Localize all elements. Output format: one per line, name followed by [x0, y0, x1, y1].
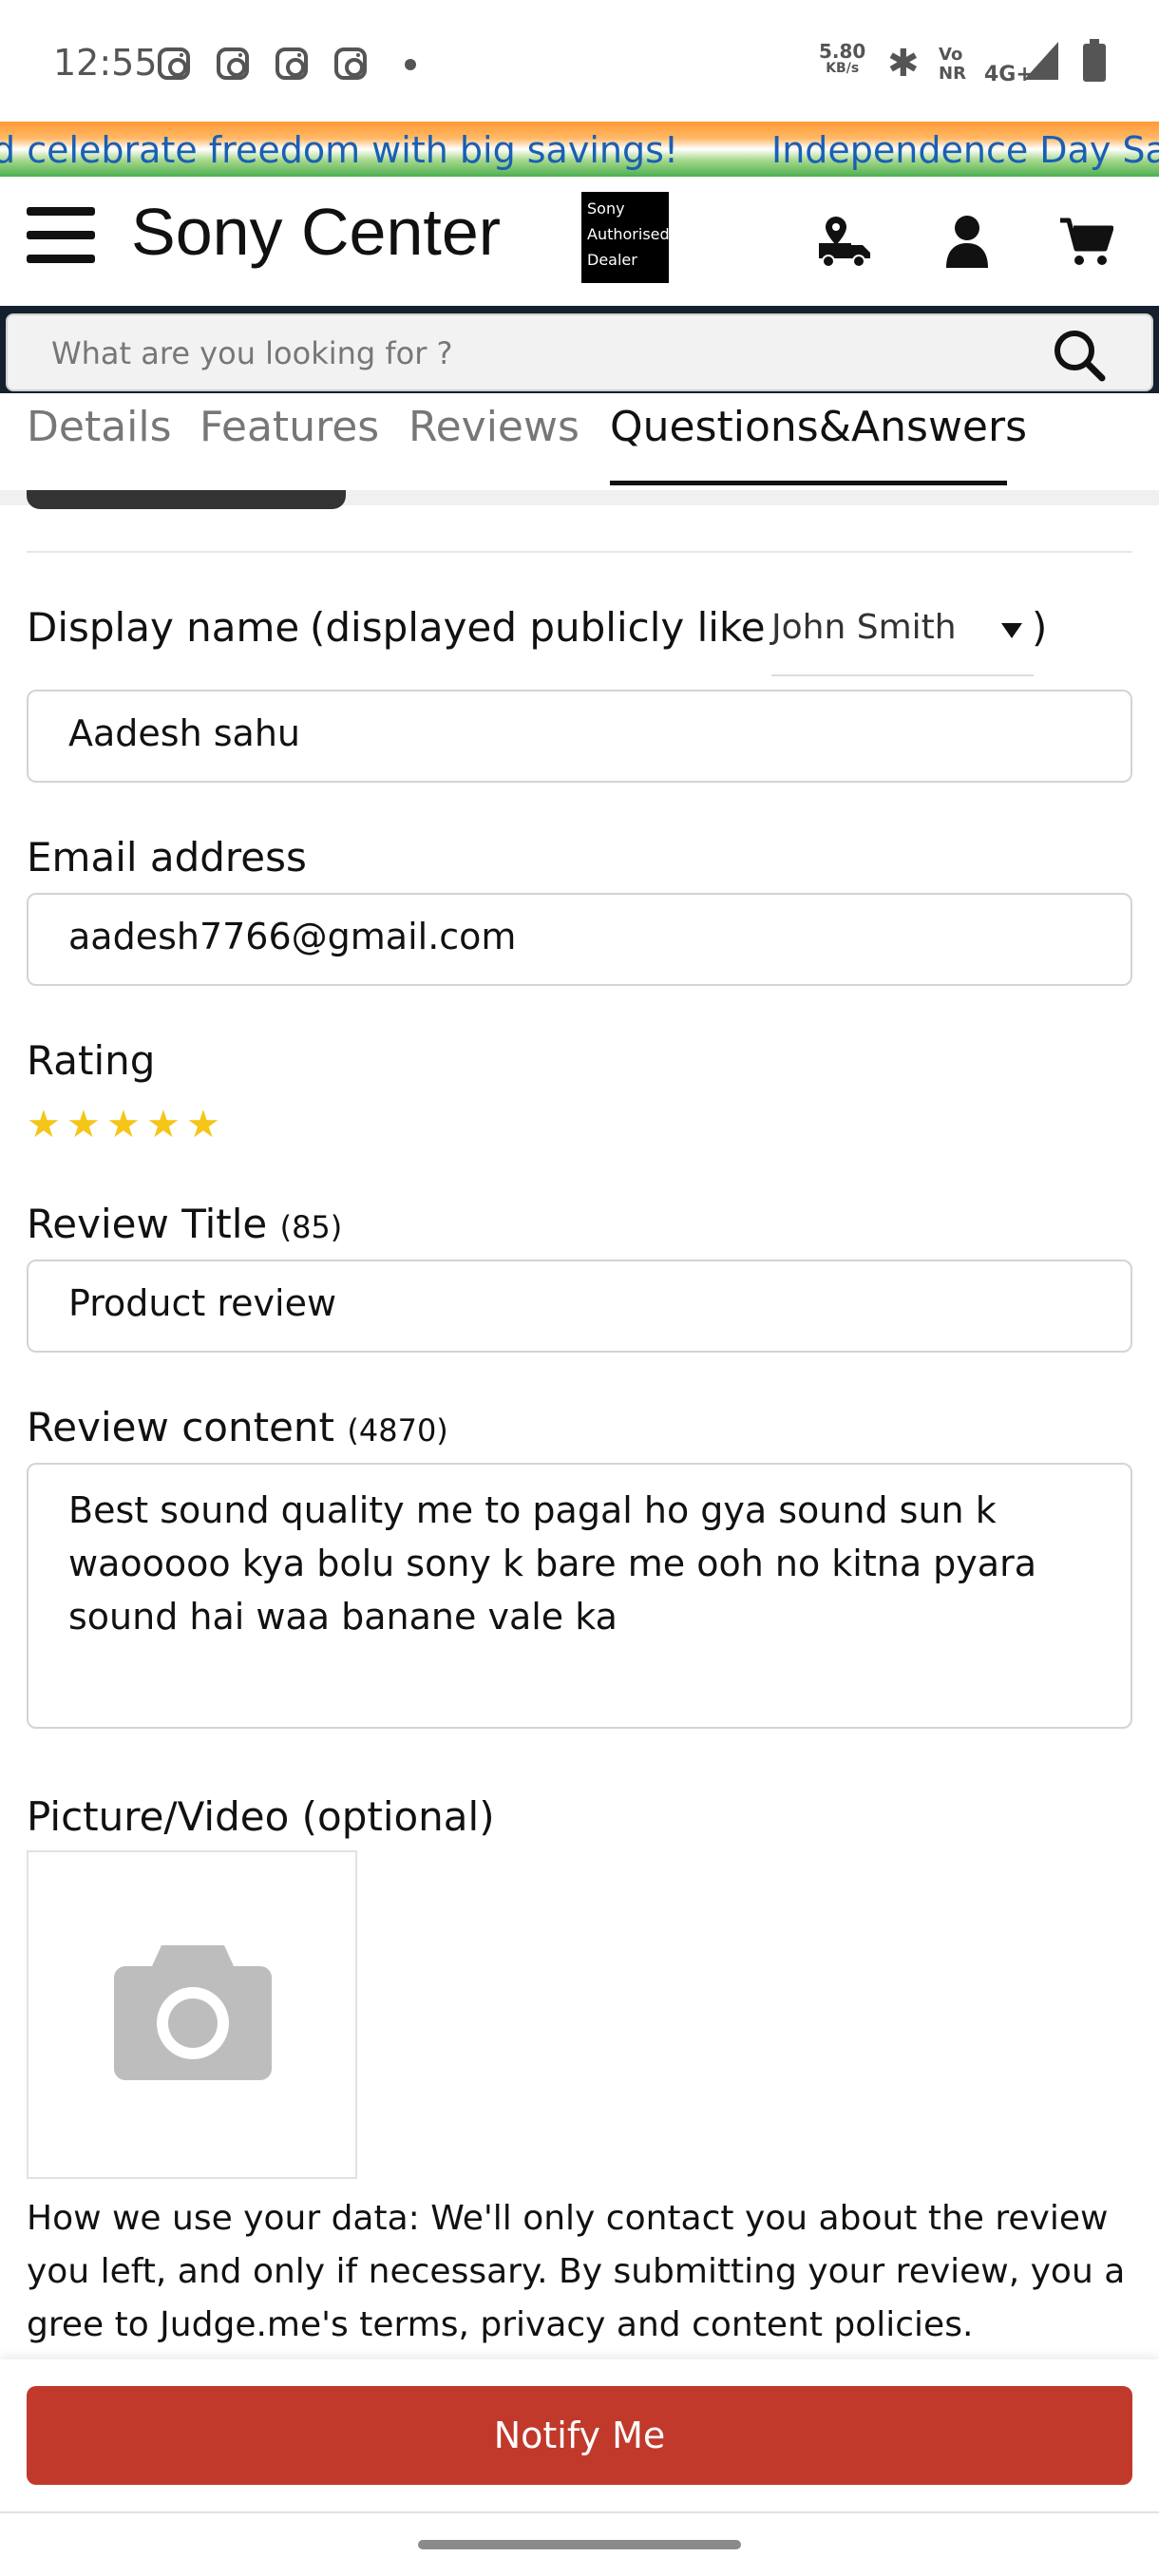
review-title-char-count: (85): [279, 1209, 343, 1245]
more-notifications-dot-icon: [405, 59, 416, 70]
vonr-indicator: Vo NR: [939, 45, 966, 84]
review-content-textarea[interactable]: Best sound quality me to pagal ho gya so…: [68, 1484, 1094, 1712]
star-icon[interactable]: ★: [106, 1106, 141, 1144]
review-title-field[interactable]: [27, 1260, 1132, 1353]
battery-icon: [1083, 39, 1106, 82]
display-name-format-select[interactable]: John Smith: [771, 604, 1034, 676]
email-field[interactable]: [27, 893, 1132, 986]
authorised-dealer-badge: Sony Authorised Dealer: [581, 192, 670, 283]
rating-label: Rating: [27, 1037, 156, 1084]
cart-icon[interactable]: [1058, 217, 1113, 268]
section-divider: [27, 551, 1132, 553]
dropdown-arrow-icon: [1001, 623, 1022, 638]
display-name-hint: (displayed publicly like: [310, 604, 766, 651]
star-icon[interactable]: ★: [27, 1106, 61, 1144]
search-box[interactable]: [6, 313, 1153, 391]
tab-reviews[interactable]: Reviews: [408, 403, 580, 451]
badge-line: Dealer: [587, 251, 637, 269]
badge-line: Sony: [587, 199, 625, 218]
instagram-notification-icon: [276, 47, 308, 80]
menu-icon[interactable]: [27, 207, 95, 263]
display-name-format-value: John Smith: [771, 608, 957, 647]
star-icon[interactable]: ★: [146, 1106, 180, 1144]
bottom-divider: [0, 2511, 1159, 2513]
display-name-field[interactable]: [27, 690, 1132, 783]
media-upload-box[interactable]: [27, 1850, 357, 2179]
promo-banner-message: d celebrate freedom with big savings!: [0, 129, 679, 171]
search-icon[interactable]: [1053, 329, 1106, 382]
review-content-label: Review content (4870): [27, 1404, 448, 1450]
account-icon[interactable]: [944, 215, 990, 268]
network-speed-unit: KB/s: [826, 61, 860, 76]
email-label: Email address: [27, 834, 307, 881]
bottom-action-bar: Notify Me: [0, 2359, 1159, 2511]
delivery-location-icon[interactable]: [817, 215, 872, 268]
notify-me-button[interactable]: Notify Me: [27, 2386, 1132, 2485]
network-speed: 5.80 KB/s: [819, 42, 865, 76]
privacy-notice: How we use your data: We'll only contact…: [27, 2199, 1126, 2344]
media-label: Picture/Video (optional): [27, 1793, 495, 1840]
display-name-hint-close: ): [1032, 604, 1048, 651]
active-tab-indicator: [610, 481, 1007, 485]
review-content-label-text: Review content: [27, 1404, 335, 1450]
site-logo[interactable]: Sony Center: [131, 194, 501, 270]
promo-banner-message: Independence Day Sale: [771, 129, 1159, 171]
review-content-field[interactable]: Best sound quality me to pagal ho gya so…: [27, 1463, 1132, 1729]
camera-icon: [114, 1945, 272, 2080]
search-input[interactable]: [51, 332, 1001, 374]
star-icon[interactable]: ★: [186, 1106, 220, 1144]
display-name-input[interactable]: [68, 712, 1094, 754]
rating-stars[interactable]: ★ ★ ★ ★ ★: [27, 1106, 226, 1144]
search-bar: [0, 306, 1159, 393]
product-tabs: Details Features Reviews Questions&Answe…: [0, 393, 1159, 490]
partially-hidden-button[interactable]: [27, 490, 346, 509]
home-indicator[interactable]: [418, 2540, 741, 2549]
tab-details[interactable]: Details: [27, 403, 172, 451]
email-input[interactable]: [68, 916, 1094, 957]
star-icon[interactable]: ★: [66, 1106, 101, 1144]
badge-line: Authorised: [587, 225, 670, 243]
promo-banner[interactable]: d celebrate freedom with big savings! In…: [0, 122, 1159, 177]
status-bar: 12:55 5.80 KB/s ✱ Vo NR 4G+: [0, 0, 1159, 122]
instagram-notification-icon: [158, 47, 190, 80]
site-header: Sony Center Sony Authorised Dealer: [0, 177, 1159, 306]
signal-icon: [1024, 42, 1058, 80]
review-title-label: Review Title (85): [27, 1201, 342, 1247]
review-content-char-count: (4870): [347, 1412, 448, 1449]
review-title-label-text: Review Title: [27, 1201, 268, 1247]
tab-features[interactable]: Features: [200, 403, 379, 451]
instagram-notification-icon: [334, 47, 367, 80]
display-name-label: Display name: [27, 604, 300, 651]
bluetooth-icon: ✱: [887, 42, 920, 85]
status-time: 12:55: [53, 42, 158, 84]
review-title-input[interactable]: [68, 1282, 1094, 1324]
tab-questions-answers[interactable]: Questions&Answers: [610, 403, 1027, 451]
network-speed-value: 5.80: [819, 40, 866, 63]
instagram-notification-icon: [217, 47, 249, 80]
